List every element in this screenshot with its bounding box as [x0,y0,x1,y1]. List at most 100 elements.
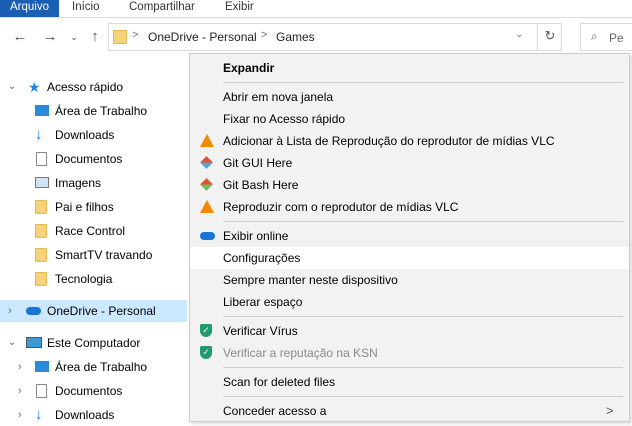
menu-separator [223,316,623,317]
nav-label: Pai e filhos [55,200,114,214]
tab-compartilhar[interactable]: Compartilhar [129,0,195,17]
nav-label: Tecnologia [55,272,113,286]
back-arrow-icon[interactable]: ← [12,28,28,46]
menu-separator [223,82,623,83]
menu-item-label: Verificar Vírus [223,324,298,338]
menu-item-open-new-window[interactable]: Abrir em nova janela [190,86,629,108]
chevron-down-icon[interactable]: ⌄ [8,76,16,98]
nav-item-onedrive[interactable]: › OneDrive - Personal [0,300,187,322]
nav-label: Área de Trabalho [55,104,148,118]
nav-item-documents[interactable]: Documentos [0,148,188,170]
menu-item-settings[interactable]: Configurações [190,247,629,269]
nav-label: Downloads [55,128,115,142]
menu-item-label: Reproduzir com o reprodutor de mídias VL… [223,200,459,214]
kaspersky-shield-icon: ✓ [200,324,214,338]
vlc-cone-icon [200,200,214,214]
nav-item-pc-desktop[interactable]: › Área de Trabalho [0,356,188,378]
nav-label: Documentos [55,384,123,398]
star-icon: ★ [28,79,41,95]
address-bar[interactable]: > OneDrive - Personal > Games ⌄ [108,23,562,51]
desktop-icon [35,361,49,372]
nav-item-tecnologia[interactable]: Tecnologia [0,268,188,290]
download-arrow-icon: ↓ [35,126,43,143]
menu-item-git-gui[interactable]: Git GUI Here [190,152,629,174]
menu-item-scan-deleted[interactable]: Scan for deleted files [190,371,629,393]
document-icon [36,384,47,398]
nav-label: Downloads [55,408,115,422]
onedrive-cloud-icon [26,307,41,315]
menu-item-always-keep[interactable]: Sempre manter neste dispositivo [190,269,629,291]
refresh-icon[interactable]: ↻ [537,23,562,51]
menu-item-vlc-add-playlist[interactable]: Adicionar à Lista de Reprodução do repro… [190,130,629,152]
chevron-down-icon[interactable]: ⌄ [8,332,16,354]
breadcrumb-separator: > [261,29,268,41]
chevron-right-icon[interactable]: › [18,404,22,426]
menu-item-label: Scan for deleted files [223,375,336,389]
menu-separator [223,396,623,397]
nav-item-race-control[interactable]: Race Control [0,220,188,242]
tab-inicio[interactable]: Início [72,0,100,17]
menu-item-free-space[interactable]: Liberar espaço [190,291,629,313]
menu-item-vlc-play[interactable]: Reproduzir com o reprodutor de mídias VL… [190,196,629,218]
chevron-right-icon[interactable]: › [18,356,22,378]
git-diamond-icon [200,156,214,170]
menu-item-label: Fixar no Acesso rápido [223,112,346,126]
menu-item-label: Sempre manter neste dispositivo [223,273,398,287]
menu-item-scan-virus[interactable]: ✓ Verificar Vírus [190,320,629,342]
nav-item-desktop[interactable]: Área de Trabalho [0,100,188,122]
menu-item-check-ksn[interactable]: ✓ Verificar a reputação na KSN [190,342,629,364]
folder-icon [113,30,127,44]
tab-arquivo[interactable]: Arquivo [0,0,59,17]
context-menu: Expandir Abrir em nova janela Fixar no A… [189,53,630,422]
nav-item-quick-access[interactable]: ⌄ ★ Acesso rápido [0,76,188,98]
submenu-chevron-right-icon: > [606,403,614,418]
tab-exibir[interactable]: Exibir [225,0,254,17]
menu-separator [223,367,623,368]
breadcrumb-onedrive[interactable]: OneDrive - Personal [148,30,257,44]
nav-item-pictures[interactable]: Imagens [0,172,188,194]
recent-chevron-down-icon[interactable]: ⌄ [66,28,82,46]
address-dropdown-chevron-icon[interactable]: ⌄ [515,29,523,40]
nav-label: SmartTV travando [55,248,153,262]
menu-item-label: Verificar a reputação na KSN [223,346,378,360]
menu-item-label: Git Bash Here [223,178,299,192]
vlc-cone-icon [200,134,214,148]
folder-icon [35,272,47,286]
menu-item-pin-quick-access[interactable]: Fixar no Acesso rápido [190,108,629,130]
nav-item-pai-e-filhos[interactable]: Pai e filhos [0,196,188,218]
menu-item-label: Liberar espaço [223,295,303,309]
chevron-right-icon[interactable]: › [8,300,12,322]
forward-arrow-icon[interactable]: → [42,28,58,46]
breadcrumb-games[interactable]: Games [276,30,315,44]
nav-item-pc-downloads[interactable]: › ↓ Downloads [0,404,188,426]
nav-label: OneDrive - Personal [47,304,156,318]
menu-item-label: Adicionar à Lista de Reprodução do repro… [223,134,555,148]
document-icon [36,152,47,166]
nav-label: Acesso rápido [47,80,124,94]
ribbon: Arquivo Início Compartilhar Exibir [0,0,632,18]
nav-item-pc-documents[interactable]: › Documentos [0,380,188,402]
search-input[interactable]: ⌕ Pe [580,23,632,51]
nav-item-smarttv[interactable]: SmartTV travando [0,244,188,266]
menu-item-grant-access[interactable]: Conceder acesso a > [190,400,629,422]
menu-item-label: Conceder acesso a [223,404,327,418]
navigation-pane: ⌄ ★ Acesso rápido Área de Trabalho ↓ Dow… [0,62,188,423]
menu-item-label: Abrir em nova janela [223,90,334,104]
folder-icon [35,224,47,238]
nav-item-downloads[interactable]: ↓ Downloads [0,124,188,146]
folder-icon [35,200,47,214]
menu-item-label: Expandir [223,61,275,75]
folder-icon [35,248,47,262]
menu-item-view-online[interactable]: Exibir online [190,225,629,247]
up-arrow-icon[interactable]: ↑ [87,28,103,46]
menu-item-git-bash[interactable]: Git Bash Here [190,174,629,196]
download-arrow-icon: ↓ [35,406,43,423]
breadcrumb-separator: > [132,29,139,41]
computer-icon [26,337,42,348]
menu-item-label: Configurações [223,251,301,265]
menu-item-expandir[interactable]: Expandir [190,57,629,79]
pictures-icon [35,177,49,188]
nav-item-this-pc[interactable]: ⌄ Este Computador [0,332,188,354]
menu-item-label: Exibir online [223,229,289,243]
chevron-right-icon[interactable]: › [18,380,22,402]
